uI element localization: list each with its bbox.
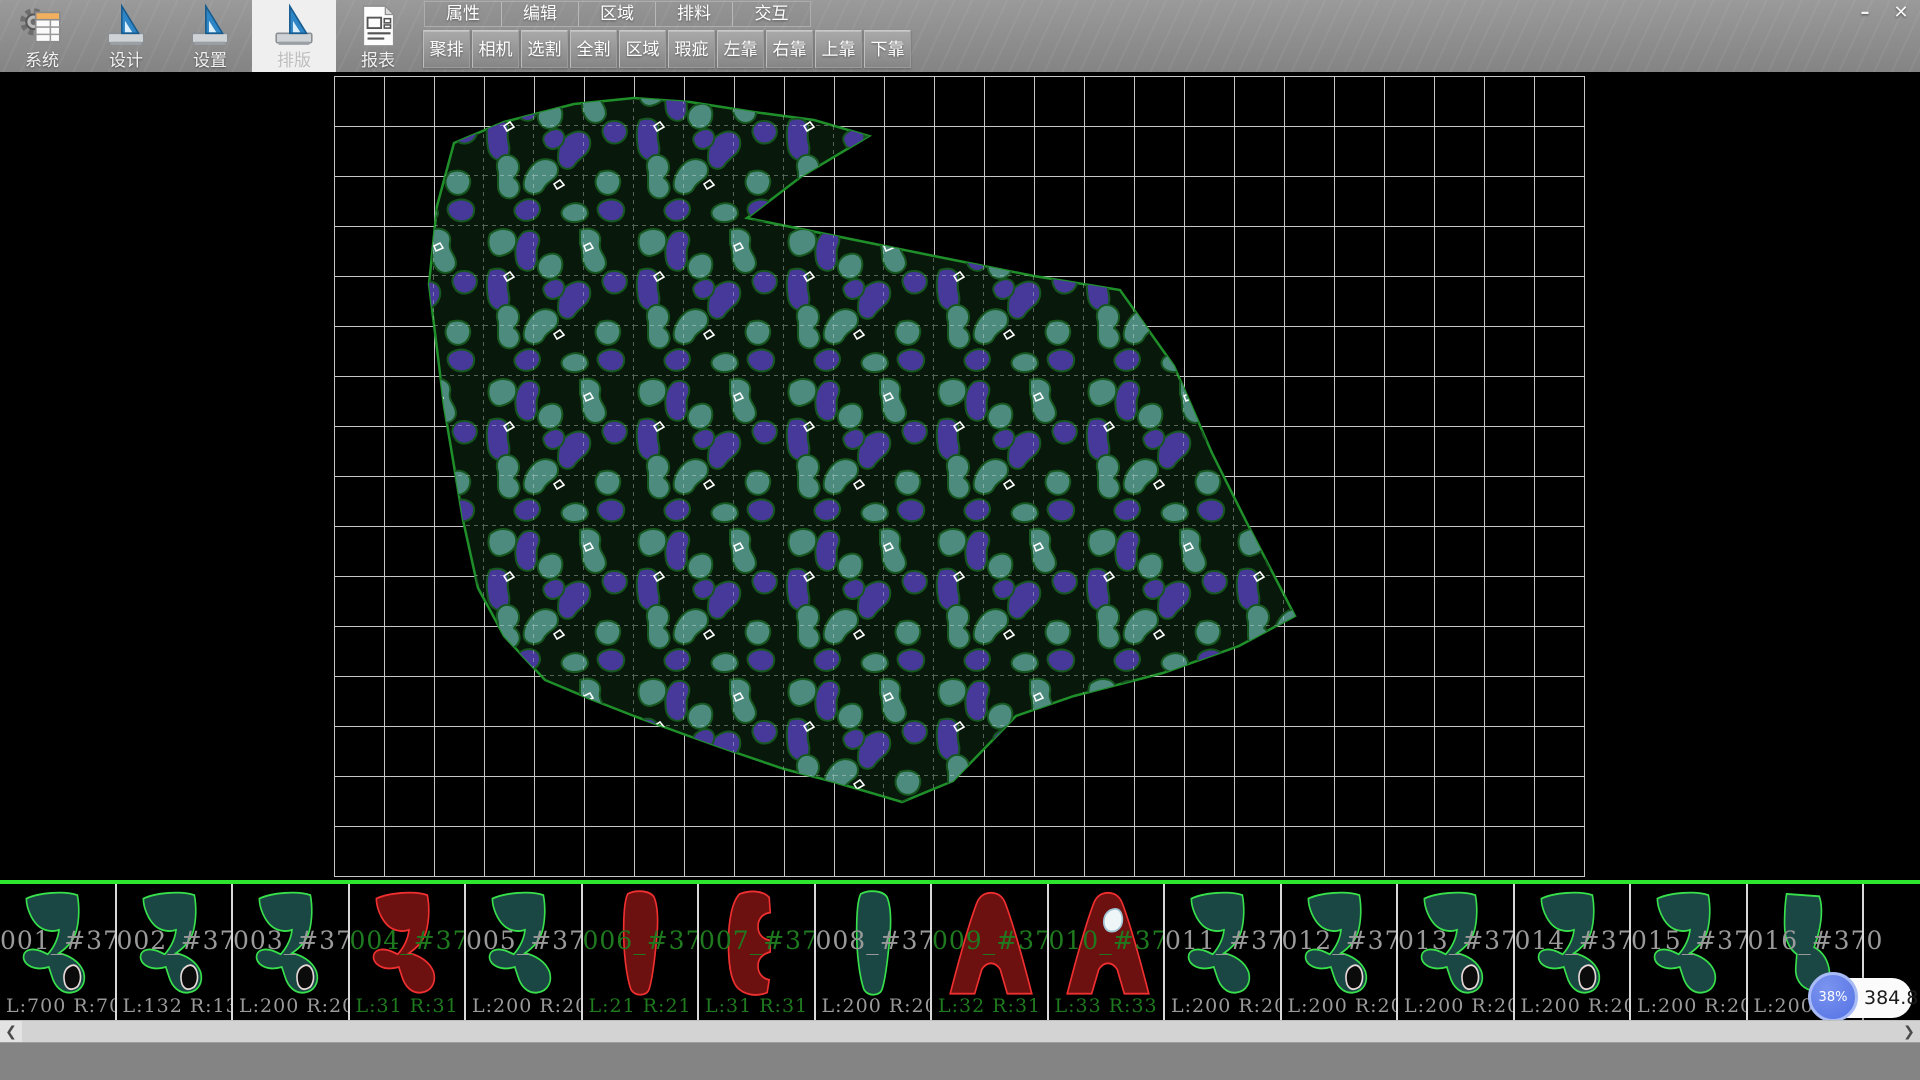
- progress-circle: 38%: [1808, 972, 1858, 1022]
- piece-shape: [1523, 887, 1625, 1003]
- piece-tile-8[interactable]: 008_#37L:200 R:200: [816, 884, 933, 1020]
- piece-shape: [591, 887, 693, 1003]
- minimize-button[interactable]: –: [1850, 2, 1880, 24]
- scroll-right-button[interactable]: ❯: [1898, 1021, 1920, 1043]
- piece-shape: [707, 887, 809, 1003]
- menu-item-2[interactable]: 编辑: [502, 2, 579, 26]
- piece-tile-1[interactable]: 001_#37L:700 R:700: [0, 884, 117, 1020]
- piece-shape: [358, 887, 460, 1003]
- grid-overlay: [334, 76, 1585, 877]
- main-toolbar: 系统设计设置排版报表 属性编辑区域排料交互 聚排相机选割全割区域瑕疵左靠右靠上靠…: [0, 0, 1920, 72]
- piece-tile-4[interactable]: 004_#37L:31 R:31: [350, 884, 467, 1020]
- piece-tile-6[interactable]: 006_#37L:21 R:21: [583, 884, 700, 1020]
- piece-shape: [1290, 887, 1392, 1003]
- app-tab-label: 设置: [193, 51, 227, 71]
- menu-item-3[interactable]: 区域: [579, 2, 656, 26]
- ribbon-button-2[interactable]: 相机: [472, 30, 519, 68]
- menu-item-4[interactable]: 排料: [656, 2, 733, 26]
- app-tab-label: 设计: [109, 51, 143, 71]
- menubar: 属性编辑区域排料交互: [424, 1, 811, 27]
- app-tab-2[interactable]: 设计: [84, 0, 168, 72]
- close-button[interactable]: ✕: [1886, 2, 1916, 24]
- piece-shape: [125, 887, 227, 1003]
- ruler-icon: [103, 3, 149, 49]
- piece-tile-9[interactable]: 009_#37L:32 R:31: [932, 884, 1049, 1020]
- app-tab-4[interactable]: 排版: [252, 0, 336, 72]
- ribbon-button-6[interactable]: 瑕疵: [668, 30, 715, 68]
- piece-shape: [824, 887, 926, 1003]
- piece-shape: [474, 887, 576, 1003]
- piece-tile-7[interactable]: 007_#37L:31 R:31: [699, 884, 816, 1020]
- nesting-canvas[interactable]: [0, 72, 1920, 880]
- window-controls: – ✕: [1850, 2, 1916, 24]
- menu-item-1[interactable]: 属性: [425, 2, 502, 26]
- piece-shape: [1173, 887, 1275, 1003]
- menu-item-5[interactable]: 交互: [733, 2, 810, 26]
- memory-label: 384.8M: [1864, 978, 1920, 1018]
- piece-shape: [1057, 887, 1159, 1003]
- piece-shape: [241, 887, 343, 1003]
- ribbon-button-10[interactable]: 下靠: [864, 30, 911, 68]
- ribbon-button-3[interactable]: 选割: [521, 30, 568, 68]
- ribbon-button-5[interactable]: 区域: [619, 30, 666, 68]
- app-tab-3[interactable]: 设置: [168, 0, 252, 72]
- ribbon-button-8[interactable]: 右靠: [766, 30, 813, 68]
- canvas-grid[interactable]: [334, 76, 1585, 877]
- app-tab-label: 系统: [25, 51, 59, 71]
- status-bar: [0, 1042, 1920, 1080]
- horizontal-scrollbar[interactable]: ❮ ❯: [0, 1020, 1920, 1042]
- piece-tile-13[interactable]: 013_#37L:200 R:200: [1398, 884, 1515, 1020]
- piece-tile-14[interactable]: 014_#37L:200 R:200: [1515, 884, 1632, 1020]
- piece-shape: [1406, 887, 1508, 1003]
- piece-tile-10[interactable]: 010_#37L:33 R:33: [1049, 884, 1166, 1020]
- piece-shape: [8, 887, 110, 1003]
- piece-tile-2[interactable]: 002_#37L:132 R:132: [117, 884, 234, 1020]
- piece-tile-5[interactable]: 005_#37L:200 R:200: [466, 884, 583, 1020]
- ribbon-toolbar: 聚排相机选割全割区域瑕疵左靠右靠上靠下靠: [423, 30, 913, 70]
- gear-icon: [19, 3, 65, 49]
- app-tab-label: 报表: [361, 51, 395, 71]
- piece-tile-11[interactable]: 011_#37L:200 R:200: [1165, 884, 1282, 1020]
- piece-shape: [940, 887, 1042, 1003]
- app-tab-bar: 系统 设计 设置 排版 报表: [0, 0, 420, 72]
- ribbon-button-4[interactable]: 全割: [570, 30, 617, 68]
- piece-tile-list: 001_#37L:700 R:700002_#37L:132 R:132003_…: [0, 884, 1886, 1020]
- app-tab-1[interactable]: 系统: [0, 0, 84, 72]
- memory-progress-badge: 38% 384.8M: [1812, 978, 1912, 1018]
- piece-tile-3[interactable]: 003_#37L:200 R:200: [233, 884, 350, 1020]
- piece-thumbnail-strip: 001_#37L:700 R:700002_#37L:132 R:132003_…: [0, 880, 1920, 1020]
- piece-tile-15[interactable]: 015_#37L:200 R:200: [1631, 884, 1748, 1020]
- ruler-icon: [187, 3, 233, 49]
- ruler-icon: [271, 3, 317, 49]
- scroll-left-button[interactable]: ❮: [0, 1021, 22, 1043]
- app-tab-5[interactable]: 报表: [336, 0, 420, 72]
- leather-hide-nest[interactable]: [334, 76, 1585, 877]
- report-icon: [355, 3, 401, 49]
- ribbon-button-7[interactable]: 左靠: [717, 30, 764, 68]
- piece-tile-12[interactable]: 012_#37L:200 R:200: [1282, 884, 1399, 1020]
- piece-shape: [1639, 887, 1741, 1003]
- app-tab-label: 排版: [277, 51, 311, 71]
- ribbon-button-1[interactable]: 聚排: [423, 30, 470, 68]
- ribbon-button-9[interactable]: 上靠: [815, 30, 862, 68]
